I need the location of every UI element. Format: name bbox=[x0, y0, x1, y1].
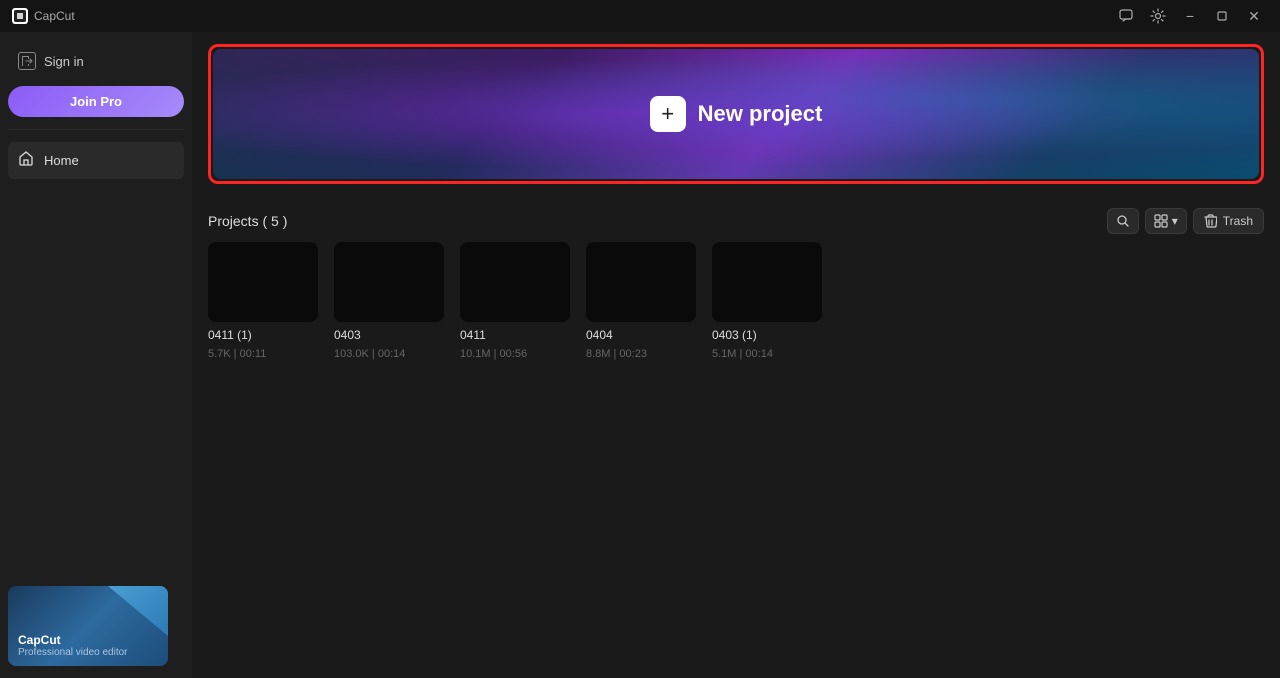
app-logo bbox=[12, 8, 28, 24]
title-bar-left: CapCut bbox=[12, 8, 75, 24]
home-icon bbox=[18, 150, 34, 171]
project-card[interactable]: 0411 (1) 5.7K | 00:11 bbox=[208, 242, 318, 360]
title-bar: CapCut − ✕ bbox=[0, 0, 1280, 32]
trash-label: Trash bbox=[1223, 214, 1253, 228]
promo-card-decoration bbox=[108, 586, 168, 636]
search-button[interactable] bbox=[1107, 208, 1139, 234]
project-thumbnail bbox=[208, 242, 318, 322]
new-project-label: New project bbox=[698, 101, 823, 127]
maximize-button[interactable] bbox=[1208, 4, 1236, 28]
new-project-banner-outline: + New project bbox=[208, 44, 1264, 184]
sign-in-label: Sign in bbox=[44, 54, 84, 69]
main-content: + New project Projects ( 5 ) bbox=[192, 32, 1280, 678]
project-name: 0404 bbox=[586, 328, 696, 342]
settings-button[interactable] bbox=[1144, 4, 1172, 28]
new-project-plus-icon: + bbox=[650, 96, 686, 132]
close-button[interactable]: ✕ bbox=[1240, 4, 1268, 28]
join-pro-button[interactable]: Join Pro bbox=[8, 86, 184, 117]
promo-card[interactable]: CapCut Professional video editor bbox=[8, 586, 168, 666]
sidebar-bottom: CapCut Professional video editor bbox=[8, 586, 184, 666]
project-meta: 103.0K | 00:14 bbox=[334, 348, 444, 360]
sidebar-divider bbox=[8, 129, 184, 130]
search-icon bbox=[1116, 214, 1130, 228]
chevron-down-icon: ▾ bbox=[1172, 214, 1178, 228]
project-meta: 10.1M | 00:56 bbox=[460, 348, 570, 360]
project-card[interactable]: 0411 10.1M | 00:56 bbox=[460, 242, 570, 360]
minimize-button[interactable]: − bbox=[1176, 4, 1204, 28]
project-meta: 5.1M | 00:14 bbox=[712, 348, 822, 360]
projects-title: Projects ( 5 ) bbox=[208, 213, 287, 229]
feedback-button[interactable] bbox=[1112, 4, 1140, 28]
new-project-banner-wrapper: + New project bbox=[192, 32, 1280, 196]
promo-card-title: CapCut bbox=[18, 633, 128, 647]
new-project-banner[interactable]: + New project bbox=[213, 49, 1259, 179]
trash-button[interactable]: Trash bbox=[1193, 208, 1264, 234]
promo-card-subtitle: Professional video editor bbox=[18, 647, 128, 658]
project-name: 0411 bbox=[460, 328, 570, 342]
project-thumbnail bbox=[586, 242, 696, 322]
sign-in-item[interactable]: Sign in bbox=[8, 44, 184, 78]
projects-grid: 0411 (1)5.7K | 00:110403103.0K | 00:1404… bbox=[192, 242, 1280, 376]
promo-card-bg: CapCut Professional video editor bbox=[8, 586, 168, 666]
window-controls: − ✕ bbox=[1112, 4, 1268, 28]
project-name: 0403 bbox=[334, 328, 444, 342]
trash-icon bbox=[1204, 214, 1217, 228]
project-thumbnail bbox=[334, 242, 444, 322]
projects-toolbar: ▾ Trash bbox=[1107, 208, 1264, 234]
sidebar-item-home[interactable]: Home bbox=[8, 142, 184, 179]
view-toggle-button[interactable]: ▾ bbox=[1145, 208, 1187, 234]
promo-card-text: CapCut Professional video editor bbox=[18, 633, 128, 658]
app-title: CapCut bbox=[34, 9, 75, 23]
projects-header: Projects ( 5 ) ▾ bbox=[192, 196, 1280, 242]
sign-in-icon bbox=[18, 52, 36, 70]
project-name: 0411 (1) bbox=[208, 328, 318, 342]
app-body: Sign in Join Pro Home CapCut Professiona… bbox=[0, 32, 1280, 678]
project-meta: 8.8M | 00:23 bbox=[586, 348, 696, 360]
project-card[interactable]: 0403 (1) 5.1M | 00:14 bbox=[712, 242, 822, 360]
sidebar: Sign in Join Pro Home CapCut Professiona… bbox=[0, 32, 192, 678]
project-name: 0403 (1) bbox=[712, 328, 822, 342]
project-card[interactable]: 0404 8.8M | 00:23 bbox=[586, 242, 696, 360]
project-card[interactable]: 0403 103.0K | 00:14 bbox=[334, 242, 444, 360]
project-thumbnail bbox=[712, 242, 822, 322]
home-label: Home bbox=[44, 153, 79, 168]
project-meta: 5.7K | 00:11 bbox=[208, 348, 318, 360]
grid-icon bbox=[1154, 214, 1168, 228]
project-thumbnail bbox=[460, 242, 570, 322]
